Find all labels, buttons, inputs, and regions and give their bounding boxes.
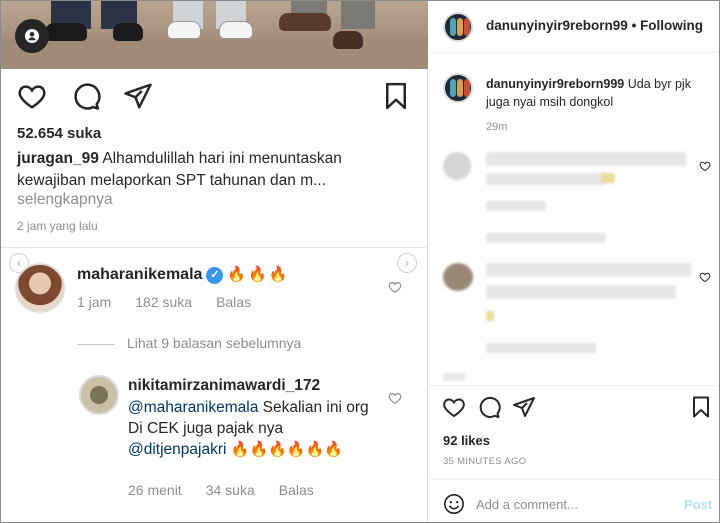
comment-text: @maharanikemala Sekalian ini org Di CEK … — [128, 399, 369, 458]
likes-count[interactable]: 52.654 suka — [17, 125, 101, 142]
mention-link[interactable]: @ditjenpajakri — [128, 441, 226, 458]
share-icon[interactable] — [123, 81, 153, 111]
divider — [429, 385, 719, 386]
blurred-comment — [486, 173, 606, 185]
post-photo — [1, 1, 428, 69]
blurred-comment — [486, 201, 546, 211]
likes-count[interactable]: 92 likes — [443, 433, 490, 448]
blurred-comment — [486, 263, 691, 277]
comment-time: 1 jam — [77, 294, 112, 310]
avatar — [443, 263, 473, 291]
share-icon[interactable] — [512, 395, 536, 419]
post-time: 2 jam yang lalu — [17, 219, 98, 233]
post-header: danunyinyir9reborn99 • Following — [429, 1, 719, 53]
comment-header: maharanikemala ✓ 🔥🔥🔥 — [77, 265, 289, 284]
avatar[interactable] — [79, 375, 119, 415]
blurred-comment — [486, 343, 596, 353]
divider — [1, 247, 428, 248]
chevron-right-icon[interactable]: › — [397, 253, 417, 273]
comment-username[interactable]: maharanikemala — [77, 266, 202, 283]
heart-icon[interactable] — [388, 391, 402, 405]
divider — [429, 479, 719, 480]
bookmark-icon[interactable] — [381, 81, 411, 111]
reply-button[interactable]: Balas — [216, 294, 251, 310]
following-button[interactable]: Following — [640, 18, 703, 33]
blurred-comment — [601, 173, 615, 183]
comment-text: 🔥🔥🔥 — [227, 266, 290, 283]
comment-time: 26 menit — [128, 482, 182, 498]
post-actions — [429, 395, 719, 423]
comment-meta: 26 menit 34 suka Balas — [128, 482, 338, 498]
comment-meta: 1 jam 182 suka Balas — [77, 294, 275, 310]
avatar[interactable] — [15, 263, 65, 313]
comment-username[interactable]: nikitamirzanimawardi_172 — [128, 377, 320, 395]
view-replies-link[interactable]: Lihat 9 balasan sebelumnya — [77, 335, 301, 351]
avatar — [443, 152, 471, 180]
heart-icon[interactable] — [699, 271, 711, 283]
heart-icon[interactable] — [17, 81, 47, 111]
caption-username[interactable]: juragan_99 — [17, 150, 99, 167]
reply-button[interactable]: Balas — [279, 482, 314, 498]
blurred-comment — [443, 373, 465, 381]
mention-link[interactable]: @maharanikemala — [128, 399, 258, 416]
screenshot-frame: 52.654 suka juragan_99 Alhamdulillah har… — [0, 0, 720, 523]
comment-likes[interactable]: 34 suka — [206, 482, 255, 498]
comment-time: 29m — [486, 121, 508, 133]
post-actions — [1, 81, 428, 115]
post-username: danunyinyir9reborn99 • Following — [486, 18, 704, 33]
add-comment-input[interactable] — [476, 491, 676, 517]
heart-icon[interactable] — [699, 160, 711, 172]
account-icon[interactable] — [15, 19, 49, 53]
post-caption: juragan_99 Alhamdulillah hari ini menunt… — [17, 148, 377, 192]
blurred-comment — [486, 152, 686, 166]
comment-text: danunyinyir9reborn999 Uda byr pjk juga n… — [486, 77, 691, 109]
emoji-icon[interactable] — [443, 493, 465, 515]
right-post-panel: danunyinyir9reborn99 • Following danunyi… — [429, 1, 719, 522]
avatar[interactable] — [443, 12, 473, 42]
bookmark-icon[interactable] — [689, 395, 713, 419]
heart-icon[interactable] — [388, 280, 402, 294]
more-link[interactable]: selengkapnya — [17, 191, 113, 209]
verified-icon: ✓ — [206, 267, 224, 284]
blurred-comment — [486, 311, 494, 321]
comment-username[interactable]: danunyinyir9reborn999 — [486, 77, 624, 91]
comment-icon[interactable] — [477, 395, 501, 419]
heart-icon[interactable] — [442, 395, 466, 419]
blurred-comment — [486, 285, 676, 299]
comment-likes[interactable]: 182 suka — [135, 294, 192, 310]
avatar[interactable] — [443, 73, 473, 103]
post-button[interactable]: Post — [684, 497, 712, 512]
comment-icon[interactable] — [71, 81, 101, 111]
post-time: 35 MINUTES AGO — [443, 456, 527, 467]
left-post-panel: 52.654 suka juragan_99 Alhamdulillah har… — [1, 1, 428, 522]
blurred-comment — [486, 233, 606, 243]
